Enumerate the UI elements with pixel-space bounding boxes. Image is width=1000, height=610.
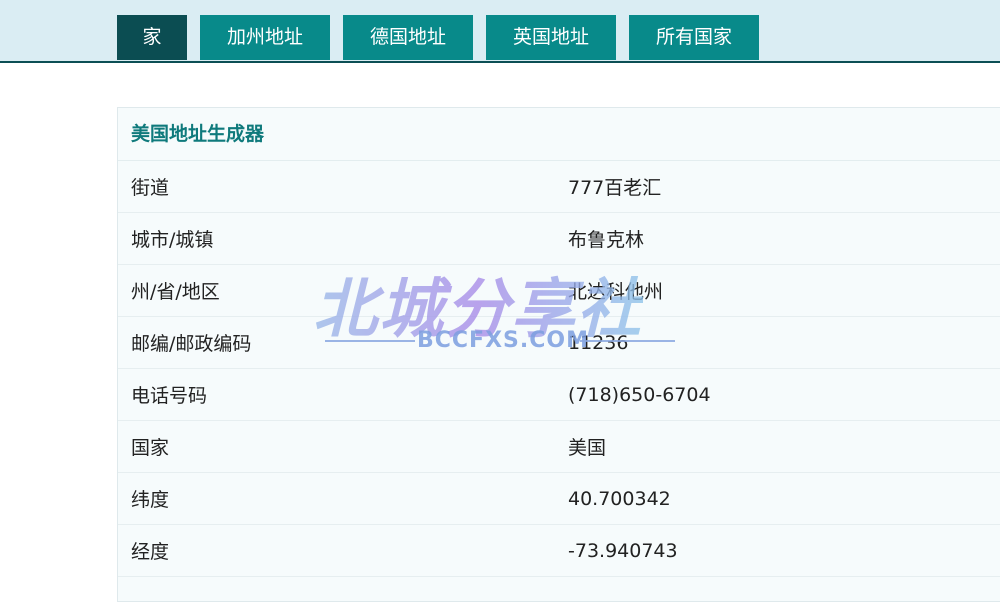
row-label-phone: 电话号码 <box>131 385 208 407</box>
row-value-country: 美国 <box>568 437 607 459</box>
table-row: 城市/城镇 布鲁克林 <box>118 213 1000 265</box>
table-row-empty <box>118 577 1000 605</box>
address-generator-panel: 美国地址生成器 街道 777百老汇 城市/城镇 布鲁克林 州/省/地区 北达科他… <box>117 107 1000 602</box>
row-value-latitude: 40.700342 <box>568 487 671 510</box>
tab-california-address[interactable]: 加州地址 <box>200 15 330 60</box>
table-row: 国家 美国 <box>118 421 1000 473</box>
tab-all-countries[interactable]: 所有国家 <box>629 15 759 60</box>
row-value-longitude: -73.940743 <box>568 539 678 562</box>
nav-tabs: 家 加州地址 德国地址 英国地址 所有国家 <box>117 15 772 60</box>
table-row: 街道 777百老汇 <box>118 161 1000 213</box>
tab-germany-address[interactable]: 德国地址 <box>343 15 473 60</box>
table-row: 纬度 40.700342 <box>118 473 1000 525</box>
row-value-phone: (718)650-6704 <box>568 383 711 406</box>
row-value-city: 布鲁克林 <box>568 229 645 251</box>
table-row: 邮编/邮政编码 11236 <box>118 317 1000 369</box>
top-navigation-bar: 家 加州地址 德国地址 英国地址 所有国家 <box>0 0 1000 63</box>
tab-uk-address[interactable]: 英国地址 <box>486 15 616 60</box>
row-label-country: 国家 <box>131 437 170 459</box>
row-value-state: 北达科他州 <box>568 281 664 303</box>
row-label-zip: 邮编/邮政编码 <box>131 333 252 355</box>
row-value-street: 777百老汇 <box>568 177 662 199</box>
table-row: 经度 -73.940743 <box>118 525 1000 577</box>
panel-title: 美国地址生成器 <box>118 108 1000 161</box>
row-label-latitude: 纬度 <box>131 489 170 511</box>
row-label-longitude: 经度 <box>131 541 170 563</box>
table-row: 电话号码 (718)650-6704 <box>118 369 1000 421</box>
row-label-city: 城市/城镇 <box>131 229 214 251</box>
row-label-street: 街道 <box>131 177 170 199</box>
table-row: 州/省/地区 北达科他州 <box>118 265 1000 317</box>
row-label-state: 州/省/地区 <box>131 281 220 303</box>
tab-home[interactable]: 家 <box>117 15 187 60</box>
row-value-zip: 11236 <box>568 331 629 354</box>
